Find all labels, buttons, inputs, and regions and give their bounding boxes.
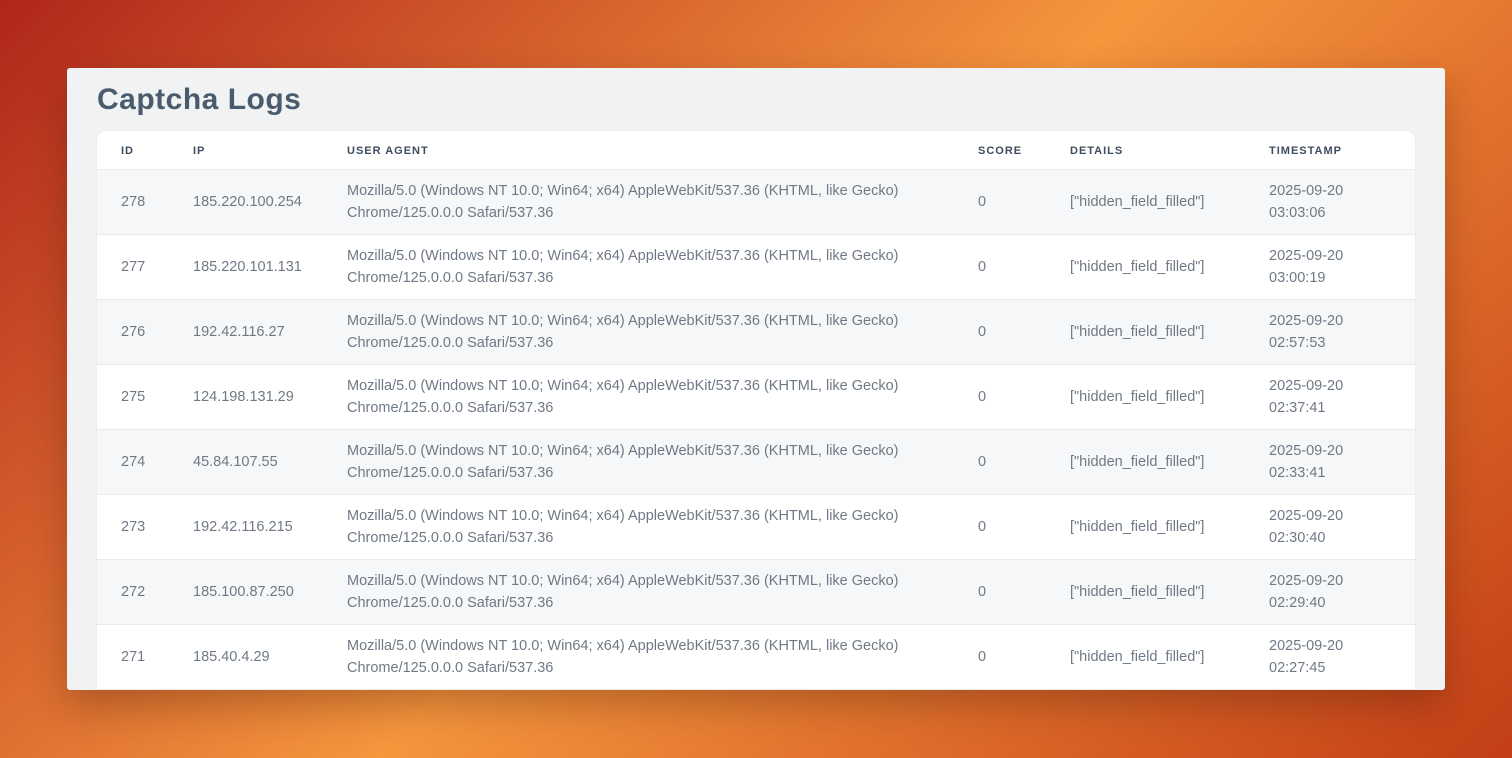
table-row: 271185.40.4.29Mozilla/5.0 (Windows NT 10… <box>97 624 1415 689</box>
logs-table-container: IDIPUSER AGENTSCOREDETAILSTIMESTAMP 2781… <box>97 131 1415 689</box>
cell-score: 0 <box>954 234 1046 299</box>
column-header-score: SCORE <box>954 131 1046 169</box>
cell-timestamp: 2025-09-20 02:27:45 <box>1245 624 1415 689</box>
captcha-logs-card: Captcha Logs IDIPUSER AGENTSCOREDETAILST… <box>67 68 1445 690</box>
cell-id: 271 <box>97 624 169 689</box>
table-row: 278185.220.100.254Mozilla/5.0 (Windows N… <box>97 169 1415 234</box>
cell-details: ["hidden_field_filled"] <box>1046 364 1245 429</box>
cell-user_agent: Mozilla/5.0 (Windows NT 10.0; Win64; x64… <box>323 429 954 494</box>
cell-score: 0 <box>954 494 1046 559</box>
cell-id: 272 <box>97 559 169 624</box>
cell-user_agent: Mozilla/5.0 (Windows NT 10.0; Win64; x64… <box>323 299 954 364</box>
column-header-id: ID <box>97 131 169 169</box>
cell-timestamp: 2025-09-20 03:03:06 <box>1245 169 1415 234</box>
cell-details: ["hidden_field_filled"] <box>1046 429 1245 494</box>
cell-user_agent: Mozilla/5.0 (Windows NT 10.0; Win64; x64… <box>323 169 954 234</box>
logs-table: IDIPUSER AGENTSCOREDETAILSTIMESTAMP 2781… <box>97 131 1415 689</box>
cell-score: 0 <box>954 299 1046 364</box>
table-row: 275124.198.131.29Mozilla/5.0 (Windows NT… <box>97 364 1415 429</box>
cell-score: 0 <box>954 169 1046 234</box>
cell-user_agent: Mozilla/5.0 (Windows NT 10.0; Win64; x64… <box>323 234 954 299</box>
cell-ip: 124.198.131.29 <box>169 364 323 429</box>
cell-ip: 45.84.107.55 <box>169 429 323 494</box>
cell-user_agent: Mozilla/5.0 (Windows NT 10.0; Win64; x64… <box>323 494 954 559</box>
table-row: 272185.100.87.250Mozilla/5.0 (Windows NT… <box>97 559 1415 624</box>
cell-ip: 185.220.101.131 <box>169 234 323 299</box>
table-body: 278185.220.100.254Mozilla/5.0 (Windows N… <box>97 169 1415 689</box>
table-header-row: IDIPUSER AGENTSCOREDETAILSTIMESTAMP <box>97 131 1415 169</box>
cell-score: 0 <box>954 429 1046 494</box>
cell-ip: 185.220.100.254 <box>169 169 323 234</box>
cell-id: 275 <box>97 364 169 429</box>
cell-score: 0 <box>954 624 1046 689</box>
column-header-ip: IP <box>169 131 323 169</box>
cell-score: 0 <box>954 364 1046 429</box>
table-row: 277185.220.101.131Mozilla/5.0 (Windows N… <box>97 234 1415 299</box>
cell-details: ["hidden_field_filled"] <box>1046 559 1245 624</box>
cell-id: 278 <box>97 169 169 234</box>
cell-timestamp: 2025-09-20 02:33:41 <box>1245 429 1415 494</box>
cell-ip: 192.42.116.27 <box>169 299 323 364</box>
cell-timestamp: 2025-09-20 03:00:19 <box>1245 234 1415 299</box>
column-header-timestamp: TIMESTAMP <box>1245 131 1415 169</box>
cell-user_agent: Mozilla/5.0 (Windows NT 10.0; Win64; x64… <box>323 364 954 429</box>
cell-ip: 185.100.87.250 <box>169 559 323 624</box>
table-row: 27445.84.107.55Mozilla/5.0 (Windows NT 1… <box>97 429 1415 494</box>
cell-timestamp: 2025-09-20 02:29:40 <box>1245 559 1415 624</box>
cell-timestamp: 2025-09-20 02:57:53 <box>1245 299 1415 364</box>
cell-timestamp: 2025-09-20 02:37:41 <box>1245 364 1415 429</box>
cell-id: 274 <box>97 429 169 494</box>
table-header: IDIPUSER AGENTSCOREDETAILSTIMESTAMP <box>97 131 1415 169</box>
cell-details: ["hidden_field_filled"] <box>1046 624 1245 689</box>
cell-id: 273 <box>97 494 169 559</box>
cell-score: 0 <box>954 559 1046 624</box>
column-header-details: DETAILS <box>1046 131 1245 169</box>
cell-id: 276 <box>97 299 169 364</box>
column-header-user_agent: USER AGENT <box>323 131 954 169</box>
cell-details: ["hidden_field_filled"] <box>1046 299 1245 364</box>
cell-user_agent: Mozilla/5.0 (Windows NT 10.0; Win64; x64… <box>323 559 954 624</box>
cell-user_agent: Mozilla/5.0 (Windows NT 10.0; Win64; x64… <box>323 624 954 689</box>
cell-id: 277 <box>97 234 169 299</box>
cell-details: ["hidden_field_filled"] <box>1046 169 1245 234</box>
cell-ip: 192.42.116.215 <box>169 494 323 559</box>
page-title: Captcha Logs <box>97 84 1415 116</box>
table-row: 273192.42.116.215Mozilla/5.0 (Windows NT… <box>97 494 1415 559</box>
cell-ip: 185.40.4.29 <box>169 624 323 689</box>
cell-timestamp: 2025-09-20 02:30:40 <box>1245 494 1415 559</box>
table-row: 276192.42.116.27Mozilla/5.0 (Windows NT … <box>97 299 1415 364</box>
cell-details: ["hidden_field_filled"] <box>1046 234 1245 299</box>
cell-details: ["hidden_field_filled"] <box>1046 494 1245 559</box>
